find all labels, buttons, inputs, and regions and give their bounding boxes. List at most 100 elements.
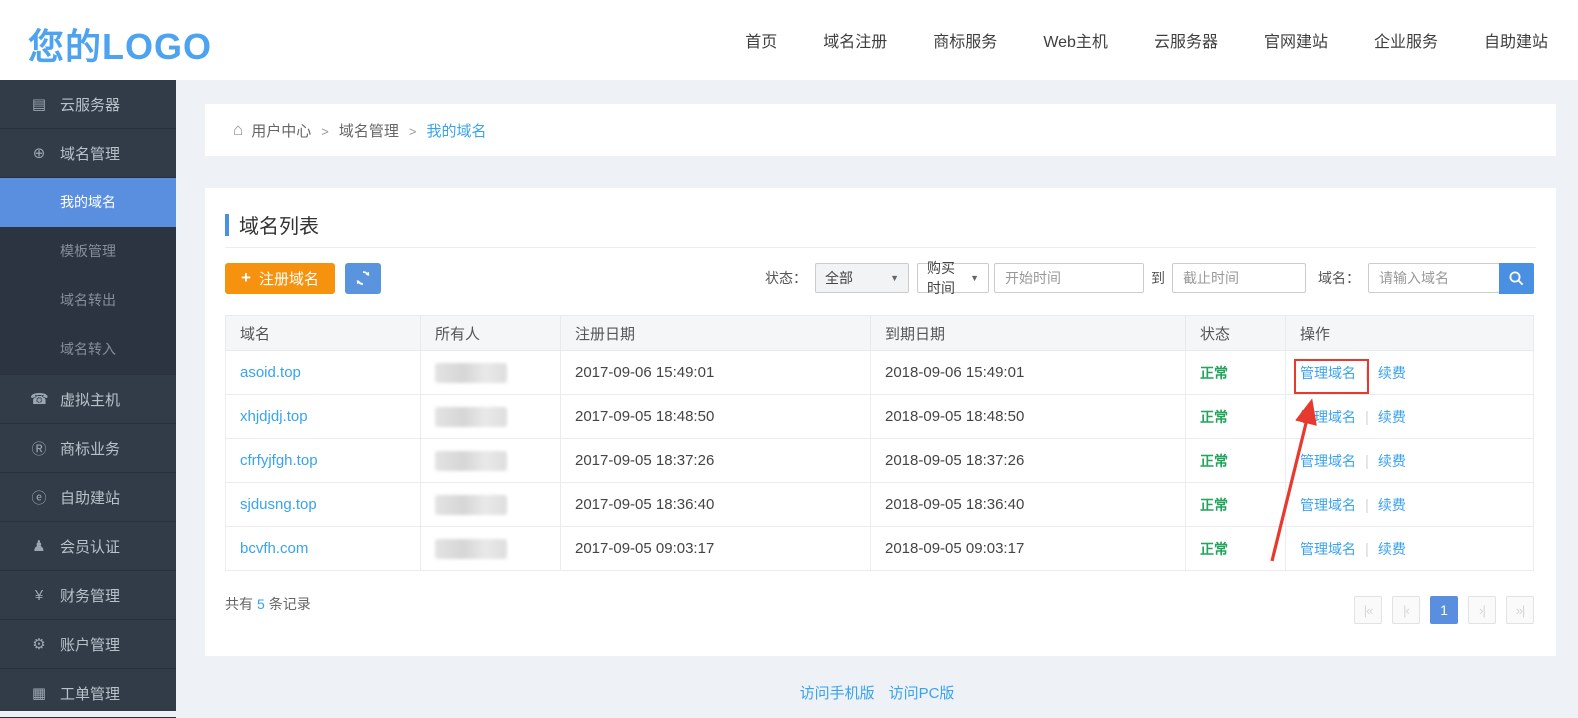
first-page-button[interactable]: |«: [1354, 596, 1382, 624]
sidebar-item-财务管理[interactable]: ¥财务管理: [0, 571, 176, 620]
expire-date: 2018-09-05 18:37:26: [871, 439, 1186, 483]
domain-search-input[interactable]: [1368, 263, 1500, 293]
domain-link[interactable]: xhjdjdj.top: [240, 408, 308, 425]
sidebar-item-虚拟主机[interactable]: ☎虚拟主机: [0, 375, 176, 424]
next-page-button[interactable]: ›|: [1468, 596, 1496, 624]
footer-link[interactable]: 访问手机版: [800, 685, 875, 702]
sidebar-item-账户管理[interactable]: ⚙账户管理: [0, 620, 176, 669]
record-count-suffix: 条记录: [269, 596, 311, 612]
to-label: 到: [1151, 268, 1165, 288]
status-badge: 正常: [1200, 541, 1228, 557]
domain-link[interactable]: sjdusng.top: [240, 496, 317, 513]
column-header: 操作: [1286, 316, 1534, 351]
column-header: 域名: [226, 316, 421, 351]
record-count: 共有5条记录: [225, 594, 311, 614]
breadcrumb-item[interactable]: 我的域名: [427, 123, 487, 140]
renew-link[interactable]: 续费: [1378, 497, 1406, 513]
renew-link[interactable]: 续费: [1378, 409, 1406, 425]
sidebar-subitem-域名转入[interactable]: 域名转入: [0, 325, 176, 374]
sidebar-subitem-域名转出[interactable]: 域名转出: [0, 276, 176, 325]
footer-link[interactable]: 访问PC版: [889, 685, 955, 702]
registered-date: 2017-09-05 18:48:50: [561, 395, 871, 439]
owner-redacted-blur: [435, 495, 507, 515]
logo: 您的LOGO: [28, 18, 212, 70]
action-separator: |: [1365, 365, 1369, 382]
last-page-button[interactable]: »|: [1506, 596, 1534, 624]
expire-date: 2018-09-05 18:36:40: [871, 483, 1186, 527]
footer-links: 访问手机版访问PC版: [176, 682, 1578, 703]
title-accent-bar: [225, 214, 229, 236]
top-nav-item[interactable]: 企业服务: [1374, 28, 1438, 52]
breadcrumb-items: 用户中心>域名管理>我的域名: [251, 120, 486, 141]
sidebar-item-label: 商标业务: [60, 438, 120, 459]
sidebar-item-label: 财务管理: [60, 585, 120, 606]
sidebar-item-label: 账户管理: [60, 634, 120, 655]
top-nav-item[interactable]: Web主机: [1043, 28, 1108, 52]
refresh-button[interactable]: [345, 263, 381, 294]
registered-date: 2017-09-06 15:49:01: [561, 351, 871, 395]
status-select-value: 全部: [825, 268, 853, 288]
column-header: 所有人: [421, 316, 561, 351]
top-nav-item[interactable]: 商标服务: [933, 28, 997, 52]
filter-bar: 状态： 全部 ▼ 购买时间 ▼ 到 域名：: [765, 263, 1534, 294]
action-separator: |: [1365, 541, 1369, 558]
expire-date: 2018-09-05 18:48:50: [871, 395, 1186, 439]
domain-link[interactable]: cfrfyjfgh.top: [240, 452, 318, 469]
owner-redacted-blur: [435, 407, 507, 427]
domain-link[interactable]: asoid.top: [240, 364, 301, 381]
sidebar-item-商标业务[interactable]: Ⓡ商标业务: [0, 424, 176, 473]
start-time-input[interactable]: [994, 263, 1144, 293]
domain-list-card: 域名列表 + 注册域名 状态：: [205, 188, 1556, 656]
owner-redacted-blur: [435, 451, 507, 471]
server-icon: ▤: [30, 95, 48, 113]
sidebar-item-云服务器[interactable]: ▤云服务器: [0, 80, 176, 129]
domain-link[interactable]: bcvfh.com: [240, 540, 308, 557]
sidebar-item-自助建站[interactable]: ⓔ 自助建站: [0, 473, 176, 522]
globe-icon: ⊕: [30, 144, 48, 162]
search-button[interactable]: [1499, 263, 1534, 294]
actions-cell: 管理域名|续费: [1286, 439, 1534, 483]
page-number-button[interactable]: 1: [1430, 596, 1458, 624]
sidebar-subitem-我的域名[interactable]: 我的域名: [0, 178, 176, 227]
sidebar-item-会员认证[interactable]: ♟会员认证: [0, 522, 176, 571]
record-count-value: 5: [257, 596, 265, 612]
end-time-input[interactable]: [1172, 263, 1306, 293]
top-nav-item[interactable]: 域名注册: [823, 28, 887, 52]
top-nav-item[interactable]: 自助建站: [1484, 28, 1548, 52]
expire-date: 2018-09-06 15:49:01: [871, 351, 1186, 395]
toolbar: + 注册域名 状态： 全部 ▼: [225, 262, 1534, 294]
actions-cell: 管理域名 | 续费: [1286, 527, 1534, 571]
member-verify-icon: ♟: [30, 537, 48, 555]
table-row: cfrfyjfgh.top2017-09-05 18:37:262018-09-…: [226, 439, 1534, 483]
register-domain-button[interactable]: + 注册域名: [225, 263, 335, 294]
breadcrumb: ⌂ 用户中心>域名管理>我的域名: [205, 104, 1556, 156]
manage-domain-link[interactable]: 管理域名: [1300, 365, 1356, 381]
owner-redacted-blur: [435, 363, 507, 383]
time-type-select[interactable]: 购买时间 ▼: [917, 263, 989, 293]
renew-link[interactable]: 续费: [1378, 541, 1406, 557]
top-header: 您的LOGO 首页 域名注册 商标服务 Web主机 云服务器 官网建站 企业服务 自助建站: [0, 0, 1578, 80]
renew-link[interactable]: 续费: [1378, 365, 1406, 381]
manage-domain-link[interactable]: 管理域名: [1300, 541, 1356, 557]
manage-domain-link[interactable]: 管理域名: [1300, 453, 1356, 469]
breadcrumb-item[interactable]: 域名管理: [339, 123, 399, 140]
manage-domain-link[interactable]: 管理域名: [1300, 497, 1356, 513]
renew-link[interactable]: 续费: [1378, 453, 1406, 469]
register-domain-label: 注册域名: [259, 268, 319, 289]
registered-date: 2017-09-05 09:03:17: [561, 527, 871, 571]
home-icon: ⌂: [233, 120, 243, 140]
breadcrumb-item[interactable]: 用户中心: [251, 123, 311, 140]
action-separator: |: [1365, 409, 1369, 426]
top-nav-item[interactable]: 首页: [745, 28, 777, 52]
prev-page-button[interactable]: |‹: [1392, 596, 1420, 624]
plus-icon: +: [241, 268, 251, 288]
sidebar-subitem-模板管理[interactable]: 模板管理: [0, 227, 176, 276]
sidebar-item-域名管理[interactable]: ⊕域名管理: [0, 129, 176, 178]
sidebar-item-label: 自助建站: [60, 487, 120, 508]
action-separator: |: [1365, 497, 1369, 514]
status-select[interactable]: 全部 ▼: [815, 263, 909, 293]
top-nav-item[interactable]: 云服务器: [1154, 28, 1218, 52]
manage-domain-link[interactable]: 管理域名: [1300, 409, 1356, 425]
sitebuilder-icon: ⓔ: [30, 487, 48, 508]
top-nav-item[interactable]: 官网建站: [1264, 28, 1328, 52]
